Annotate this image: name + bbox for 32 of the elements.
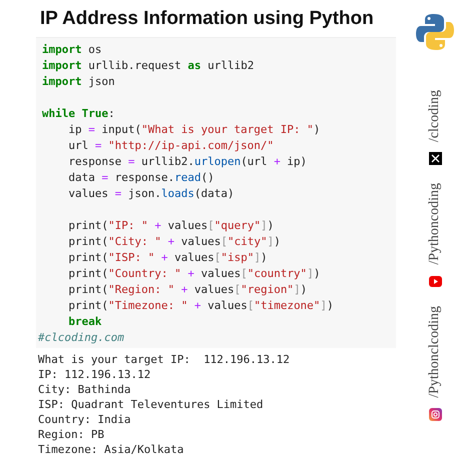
- code-line: break: [67, 314, 102, 330]
- x-logo-icon[interactable]: [428, 152, 442, 166]
- code-line: print("Region: " + values["region"]): [67, 282, 307, 298]
- social-handle[interactable]: /Pythonclcoding: [427, 306, 443, 398]
- output-line: What is your target IP: 112.196.13.12: [38, 352, 290, 367]
- code-line: import os: [42, 42, 102, 58]
- youtube-icon[interactable]: [428, 274, 442, 288]
- code-line: values = json.loads(data): [67, 186, 234, 202]
- code-line: url = "http://ip-api.com/json/": [67, 138, 274, 154]
- page-title: IP Address Information using Python: [40, 8, 375, 30]
- output-line: IP: 112.196.13.12: [38, 367, 151, 382]
- social-handle[interactable]: /clcoding: [427, 90, 443, 142]
- python-logo-icon: [415, 12, 455, 52]
- output-line: Timezone: Asia/Kolkata: [38, 442, 184, 457]
- code-line: import urllib.request as urllib2: [42, 58, 254, 74]
- code-line: import json: [42, 74, 115, 90]
- output-line: City: Bathinda: [38, 382, 131, 397]
- code-line: ip = input("What is your target IP: "): [67, 122, 320, 138]
- output-line: Country: India: [38, 412, 131, 427]
- code-line: while True:: [42, 106, 115, 122]
- code-line: data = response.read(): [67, 170, 214, 186]
- output-line: Region: PB: [38, 427, 104, 442]
- code-line: print("ISP: " + values["isp"]): [67, 250, 268, 266]
- instagram-icon[interactable]: [428, 408, 442, 421]
- code-line: response = urllib2.urlopen(url + ip): [67, 154, 307, 170]
- code-line: print("City: " + values["city"]): [67, 234, 280, 250]
- code-line: print("Country: " + values["country"]): [67, 266, 320, 282]
- code-comment: #clcoding.com: [38, 330, 124, 346]
- output-line: ISP: Quadrant Televentures Limited: [38, 397, 264, 412]
- code-line: print("Timezone: " + values["timezone"]): [67, 298, 334, 314]
- code-line: print("IP: " + values["query"]): [67, 218, 274, 234]
- social-handle[interactable]: /Pythoncoding: [427, 183, 443, 265]
